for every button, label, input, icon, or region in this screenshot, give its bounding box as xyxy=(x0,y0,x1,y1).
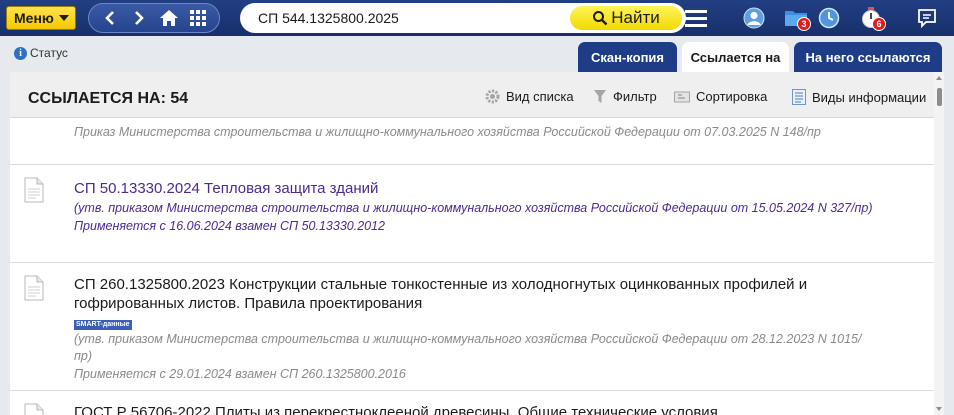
tab-label: Ссылается на xyxy=(690,50,781,65)
clock-icon[interactable] xyxy=(816,5,842,31)
item-approved: (утв. приказом Министерства строительств… xyxy=(74,332,862,363)
sort-label: Сортировка xyxy=(696,89,768,104)
page-title: ССЫЛАЕТСЯ НА: 54 xyxy=(28,90,189,107)
hamburger-menu-icon[interactable] xyxy=(683,5,709,31)
tab-references-to[interactable]: Ссылается на xyxy=(682,42,789,73)
list-item[interactable]: СП 50.13330.2024 Тепловая защита зданий … xyxy=(10,165,934,263)
list-item[interactable]: ГОСТ Р 56706-2022 Плиты из перекрестнокл… xyxy=(10,391,934,415)
search-box: Найти xyxy=(240,3,686,33)
timer-count-badge: 6 xyxy=(872,17,886,31)
chat-icon[interactable] xyxy=(914,5,940,31)
menu-button[interactable]: Меню xyxy=(6,6,76,30)
document-icon xyxy=(24,403,44,415)
sort-button[interactable]: Сортировка xyxy=(674,89,767,104)
find-label: Найти xyxy=(611,8,660,27)
scrollbar-thumb[interactable] xyxy=(937,88,942,106)
document-icon xyxy=(24,177,44,208)
chevron-down-icon xyxy=(58,15,69,21)
item-applies: Применяется с 16.06.2024 взамен СП 50.13… xyxy=(74,219,385,233)
info-types-button[interactable]: Виды информации xyxy=(792,89,926,105)
home-icon[interactable] xyxy=(157,6,181,30)
item-applies: Применяется с 29.01.2024 взамен СП 260.1… xyxy=(74,367,406,381)
tab-scan-copy[interactable]: Скан-копия xyxy=(578,42,677,72)
folder-count-badge: 3 xyxy=(797,17,811,31)
filter-button[interactable]: Фильтр xyxy=(593,89,657,104)
folder-icon[interactable]: 3 xyxy=(783,5,811,31)
list-header: ССЫЛАЕТСЯ НА: 54 Вид списка Фильтр Сорти… xyxy=(10,72,944,118)
smart-data-badge[interactable]: SMART-данные xyxy=(74,320,132,330)
list-item[interactable]: Приказ Министерства строительства и жили… xyxy=(10,119,934,165)
item-approved: (утв. приказом Министерства строительств… xyxy=(74,201,873,215)
document-icon xyxy=(24,275,44,306)
tab-label: Скан-копия xyxy=(590,49,664,65)
search-input[interactable] xyxy=(258,10,538,26)
gear-icon xyxy=(485,89,500,104)
grid-icon[interactable] xyxy=(186,6,210,30)
search-icon xyxy=(593,11,608,26)
forward-arrow-icon[interactable] xyxy=(127,6,151,30)
document-list: Приказ Министерства строительства и жили… xyxy=(10,119,934,415)
content-panel: ССЫЛАЕТСЯ НА: 54 Вид списка Фильтр Сорти… xyxy=(10,72,944,415)
item-title-link[interactable]: СП 260.1325800.2023 Конструкции стальные… xyxy=(74,275,874,313)
info-types-label: Виды информации xyxy=(812,89,927,105)
item-title-link[interactable]: ГОСТ Р 56706-2022 Плиты из перекрестнокл… xyxy=(74,403,874,415)
status-link[interactable]: i Статус xyxy=(14,46,68,60)
tab-label: На него ссылаются xyxy=(805,49,931,65)
filter-label: Фильтр xyxy=(613,89,657,104)
list-item[interactable]: СП 260.1325800.2023 Конструкции стальные… xyxy=(10,263,934,391)
list-view-button[interactable]: Вид списка xyxy=(485,89,574,104)
info-icon: i xyxy=(14,46,27,60)
sort-icon xyxy=(674,90,690,104)
funnel-icon xyxy=(593,89,607,104)
nav-controls xyxy=(88,3,220,33)
top-bar: Меню Найти xyxy=(0,0,954,36)
find-button[interactable]: Найти xyxy=(570,6,682,30)
scroll-down-icon[interactable] xyxy=(936,407,942,411)
list-view-label: Вид списка xyxy=(506,89,574,104)
stopwatch-icon[interactable]: 6 xyxy=(858,5,886,31)
back-arrow-icon[interactable] xyxy=(98,6,122,30)
list-icon xyxy=(792,89,806,105)
item-subtitle: Приказ Министерства строительства и жили… xyxy=(74,125,821,139)
item-title-link[interactable]: СП 50.13330.2024 Тепловая защита зданий xyxy=(74,179,874,198)
menu-label: Меню xyxy=(14,10,54,26)
tab-referenced-by[interactable]: На него ссылаются xyxy=(794,42,942,72)
user-profile-icon[interactable] xyxy=(741,5,767,31)
status-label: Статус xyxy=(30,46,68,60)
scroll-up-icon[interactable] xyxy=(936,76,942,80)
scrollbar[interactable] xyxy=(934,72,944,415)
